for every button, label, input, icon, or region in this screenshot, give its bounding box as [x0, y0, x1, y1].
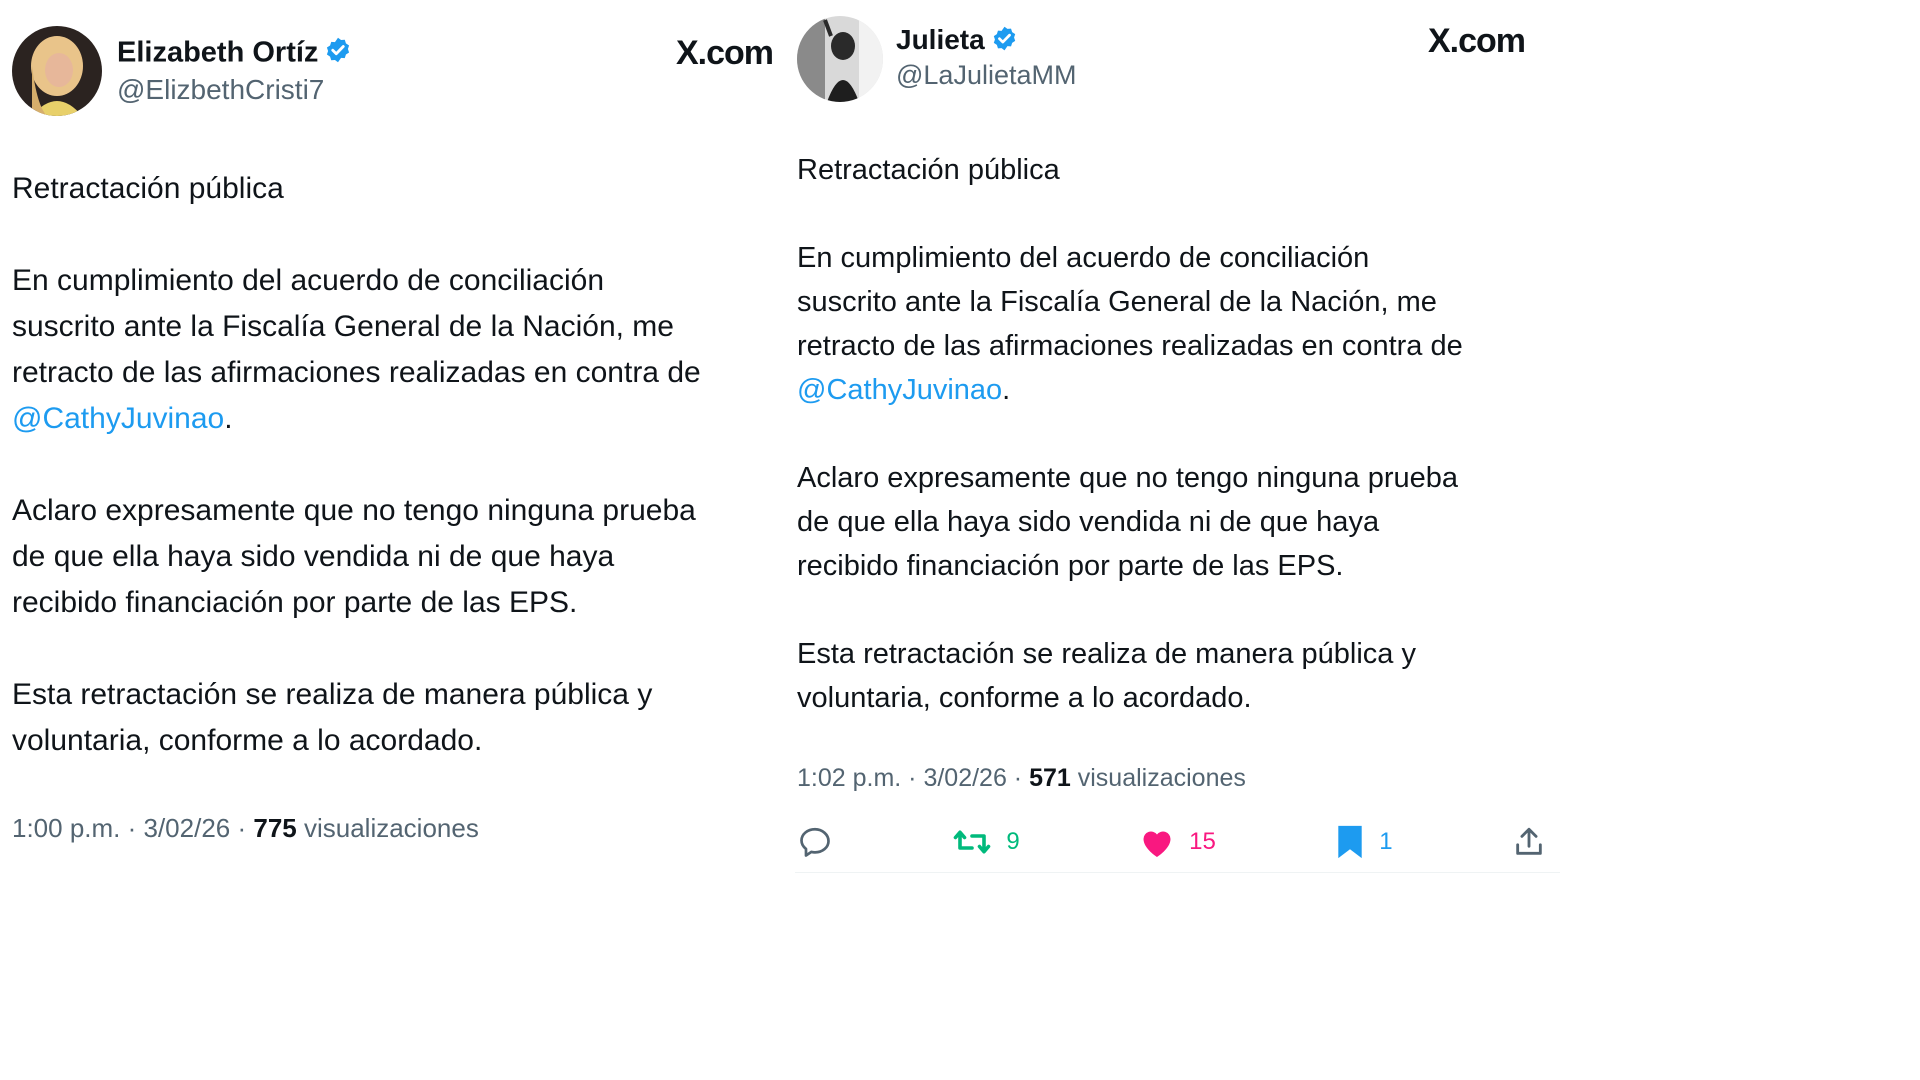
tweet-body: Retractación pública En cumplimiento del…	[12, 166, 701, 764]
mention-suffix: .	[224, 402, 233, 435]
tweet-line: Esta retractación se realiza de manera p…	[12, 678, 653, 711]
x-brand-label: X.com	[1428, 22, 1526, 60]
timestamp[interactable]: 1:00 p.m. · 3/02/26 ·	[12, 813, 253, 843]
tweet-line: voluntaria, conforme a lo acordado.	[797, 682, 1252, 714]
bookmark-count: 1	[1379, 828, 1393, 855]
retweet-icon	[952, 824, 992, 860]
display-name-text[interactable]: Elizabeth Ortíz	[117, 37, 318, 69]
views-label: visualizaciones	[296, 813, 479, 843]
mention-link[interactable]: @CathyJuvinao	[12, 402, 224, 435]
display-name[interactable]: Julieta	[896, 24, 1018, 59]
tweet-title: Retractación pública	[797, 154, 1060, 186]
like-button[interactable]: 15	[1139, 825, 1216, 859]
tweet-line: suscrito ante la Fiscalía General de la …	[12, 310, 674, 343]
tweet-line: suscrito ante la Fiscalía General de la …	[797, 286, 1437, 318]
tweet-line: retracto de las afirmaciones realizadas …	[12, 356, 701, 389]
heart-icon	[1139, 825, 1175, 859]
tweet-line: voluntaria, conforme a lo acordado.	[12, 724, 483, 757]
tweet-actions-bar: 9 15 1	[797, 820, 1546, 864]
display-name[interactable]: Elizabeth Ortíz	[117, 36, 352, 72]
left-post-screenshot: Elizabeth Ortíz @ElizbethCristi7 X.com R…	[0, 0, 783, 879]
avatar[interactable]	[12, 26, 102, 116]
retweet-count: 9	[1006, 828, 1020, 855]
mention-link[interactable]: @CathyJuvinao	[797, 374, 1002, 406]
share-icon	[1512, 824, 1546, 860]
tweet-line: de que ella haya sido vendida ni de que …	[12, 540, 615, 573]
views-count: 775	[253, 813, 297, 843]
display-name-text[interactable]: Julieta	[896, 24, 985, 55]
tweet-line: En cumplimiento del acuerdo de conciliac…	[797, 242, 1370, 274]
tweet-line: En cumplimiento del acuerdo de conciliac…	[12, 264, 605, 297]
retweet-button[interactable]: 9	[952, 824, 1020, 860]
tweet-line: retracto de las afirmaciones realizadas …	[797, 330, 1463, 362]
tweet-title: Retractación pública	[12, 172, 284, 205]
mention-suffix: .	[1002, 374, 1011, 406]
divider	[795, 872, 1560, 873]
share-button[interactable]	[1512, 824, 1546, 860]
views-label: visualizaciones	[1070, 764, 1246, 792]
verified-badge-icon	[324, 36, 352, 72]
tweet-line: recibido financiación por parte de las E…	[12, 586, 578, 619]
views-count: 571	[1029, 764, 1071, 792]
timestamp[interactable]: 1:02 p.m. · 3/02/26 ·	[797, 764, 1029, 792]
tweet-body: Retractación pública En cumplimiento del…	[797, 148, 1463, 720]
reply-button[interactable]	[797, 824, 833, 860]
tweet-line: Aclaro expresamente que no tengo ninguna…	[12, 494, 696, 527]
x-brand-label: X.com	[676, 34, 774, 72]
tweet-line: Aclaro expresamente que no tengo ninguna…	[797, 462, 1459, 494]
tweet-line: Esta retractación se realiza de manera p…	[797, 638, 1416, 670]
bookmark-icon	[1335, 823, 1365, 861]
tweet-metadata: 1:00 p.m. · 3/02/26 · 775 visualizacione…	[12, 813, 479, 844]
verified-badge-icon	[991, 25, 1018, 59]
user-handle[interactable]: @ElizbethCristi7	[117, 74, 324, 106]
reply-icon	[797, 824, 833, 860]
like-count: 15	[1189, 828, 1216, 855]
avatar[interactable]	[797, 16, 883, 102]
tweet-line: recibido financiación por parte de las E…	[797, 550, 1344, 582]
tweet-line: de que ella haya sido vendida ni de que …	[797, 506, 1380, 538]
tweet-metadata: 1:02 p.m. · 3/02/26 · 571 visualizacione…	[797, 764, 1246, 793]
bookmark-button[interactable]: 1	[1335, 823, 1393, 861]
user-handle[interactable]: @LaJulietaMM	[896, 60, 1076, 91]
right-post-screenshot: Julieta @LaJulietaMM X.com Retractación …	[783, 0, 1560, 879]
